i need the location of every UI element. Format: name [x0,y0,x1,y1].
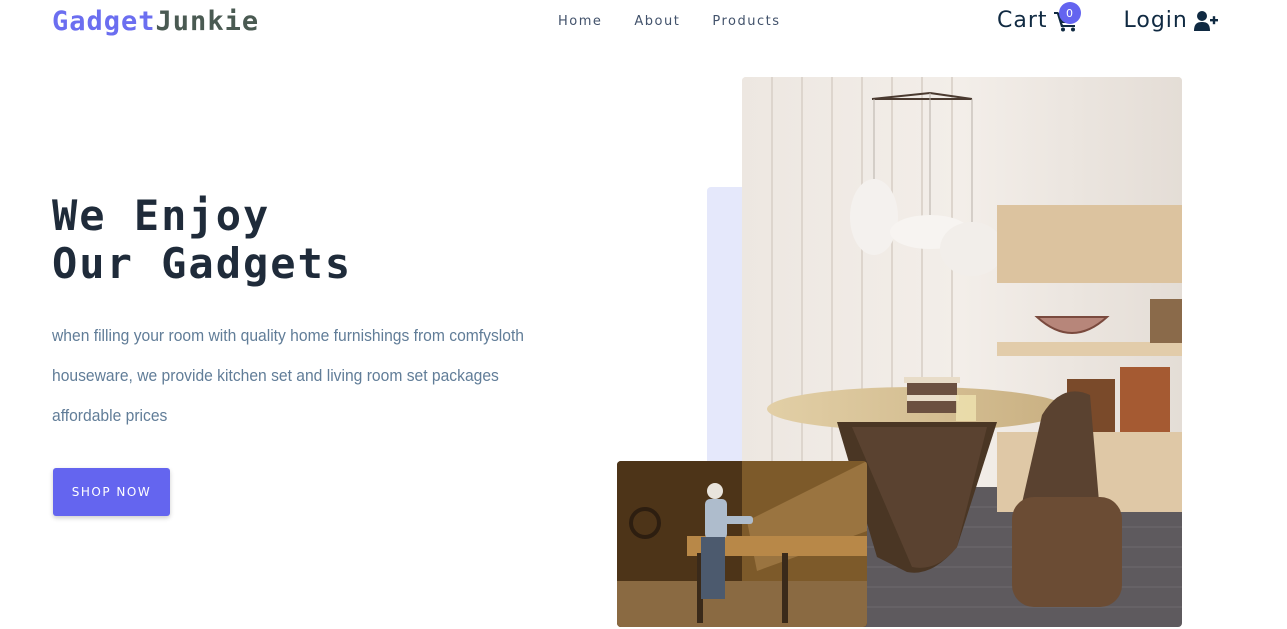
hero-title-line2: Our Gadgets [52,239,353,288]
site-logo[interactable]: GadgetJunkie [52,6,259,37]
shop-now-button[interactable]: SHOP NOW [53,468,170,516]
hero-description: when filling your room with quality home… [52,326,525,425]
woodworking-workshop-illustration [617,461,867,627]
accent-block [707,187,747,487]
nav-link-home[interactable]: Home [558,14,602,29]
hero-title: We Enjoy Our Gadgets [52,192,352,288]
nav-link-products[interactable]: Products [712,14,780,29]
navbar: GadgetJunkie Home About Products Cart 0 … [0,0,1287,48]
nav-actions: Cart 0 Login [997,2,1218,33]
user-plus-icon [1193,10,1218,31]
nav-link-about[interactable]: About [634,14,680,29]
woodworker-image [617,461,867,627]
cart-button[interactable]: Cart 0 [997,2,1081,33]
logo-part-junkie: Junkie [155,6,260,37]
hero-title-line1: We Enjoy [52,191,271,240]
login-button[interactable]: Login [1124,8,1218,33]
cart-count-badge: 0 [1059,2,1081,24]
login-label: Login [1123,8,1188,33]
cart-label: Cart [997,8,1048,33]
logo-part-gadget: Gadget [52,6,156,37]
nav-links: Home About Products [558,14,780,29]
